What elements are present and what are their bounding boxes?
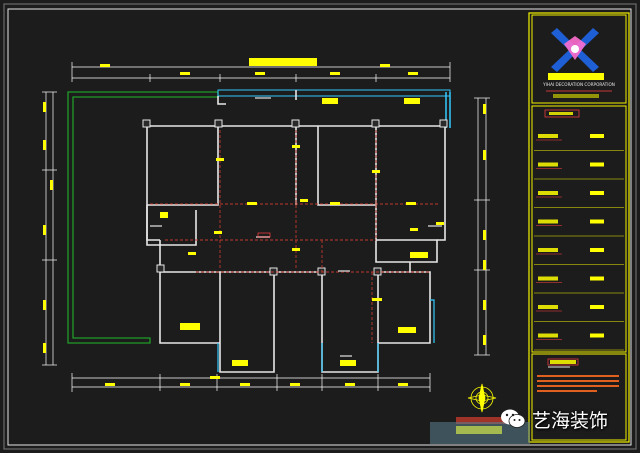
- title-block-row: [534, 333, 624, 351]
- room-tag: [180, 323, 200, 330]
- right-dim-tags: [483, 104, 486, 345]
- title-block-row: [534, 305, 624, 322]
- title-block-row: [534, 162, 624, 180]
- title-block-row: [534, 219, 624, 237]
- row-label-block: [538, 219, 558, 224]
- beam-grid: [150, 130, 440, 343]
- row-label-block: [538, 162, 558, 167]
- room-tags: [160, 98, 428, 366]
- title-block-row: [534, 248, 624, 265]
- room-tag: [160, 212, 168, 218]
- floor-plan-canvas[interactable]: YIHAI DECORATION CORPORATION: [0, 0, 640, 453]
- sheet-border: [7, 8, 632, 446]
- right-dimensions: [474, 97, 490, 356]
- row-label-block: [538, 248, 558, 252]
- company-logo-icon: [551, 28, 599, 72]
- row-label-block: [538, 276, 558, 281]
- cad-viewport[interactable]: YIHAI DECORATION CORPORATION 艺海装饰: [0, 0, 640, 453]
- notes-lines: [537, 375, 619, 392]
- bottom-dimensions: [71, 373, 431, 392]
- room-tag: [340, 360, 356, 366]
- room-tag: [410, 252, 428, 258]
- watermark: 艺海装饰: [500, 402, 632, 436]
- title-block-table: [534, 134, 624, 351]
- wechat-icon: [501, 409, 526, 428]
- watermark-text: 艺海装饰: [532, 409, 609, 432]
- row-value-block: [590, 219, 604, 224]
- row-value-block: [590, 191, 604, 195]
- sheet-frame: [3, 3, 637, 450]
- company-name-cn-block: [548, 73, 604, 80]
- room-tag: [398, 327, 416, 333]
- row-label-block: [538, 305, 558, 309]
- drawing-title-tag: [249, 58, 317, 66]
- row-value-block: [590, 276, 604, 281]
- title-block-row: [534, 191, 624, 208]
- room-tag: [232, 360, 248, 366]
- title-block-row: [534, 134, 624, 151]
- row-label-block: [538, 134, 558, 138]
- beam-tags: [188, 145, 444, 301]
- row-value-block: [590, 248, 604, 252]
- row-value-block: [590, 305, 604, 309]
- compass-icon: [467, 383, 497, 413]
- top-window-strip: [217, 89, 451, 97]
- row-label-block: [538, 191, 558, 195]
- row-label-block: [538, 333, 558, 338]
- company-name-en: YIHAI DECORATION CORPORATION: [542, 82, 615, 87]
- left-dim-tags: [43, 102, 53, 353]
- row-value-block: [590, 333, 604, 338]
- row-value-block: [590, 162, 604, 167]
- room-tag: [322, 98, 338, 104]
- row-value-block: [590, 134, 604, 138]
- title-block-row: [534, 276, 624, 294]
- windows: [217, 299, 435, 372]
- room-tag: [404, 98, 420, 104]
- title-block: YIHAI DECORATION CORPORATION: [528, 12, 630, 443]
- wall-columns: [142, 119, 448, 276]
- bottom-dim-tags: [105, 376, 408, 386]
